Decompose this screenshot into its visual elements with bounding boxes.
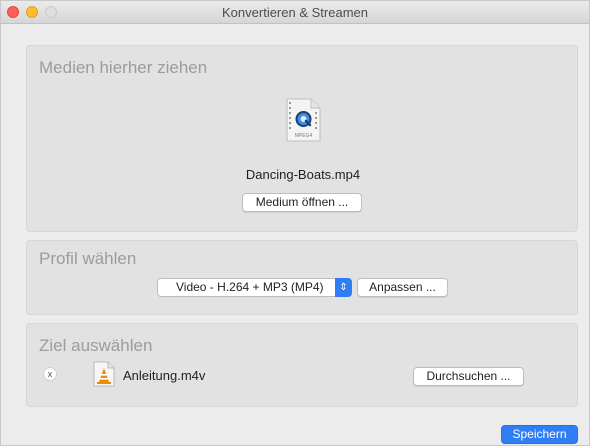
- window-title: Konvertieren & Streamen: [222, 5, 368, 20]
- open-media-button[interactable]: Medium öffnen ...: [242, 193, 362, 212]
- profile-select[interactable]: Video - H.264 + MP3 (MP4) ⇕: [157, 278, 352, 297]
- destination-heading: Ziel auswählen: [39, 336, 153, 355]
- source-file-name: Dancing-Boats.mp4: [245, 167, 361, 182]
- media-heading: Medien hierher ziehen: [39, 58, 208, 77]
- destination-file-name: Anleitung.m4v: [123, 368, 206, 383]
- profile-panel: Profil wählen Video - H.264 + MP3 (MP4) …: [26, 240, 578, 315]
- title-bar: Konvertieren & Streamen: [1, 1, 589, 24]
- file-type-badge: MPEG4: [295, 133, 313, 139]
- profile-heading: Profil wählen: [39, 249, 137, 268]
- chevron-up-down-icon: ⇕: [335, 278, 352, 297]
- quicktime-file-icon: MPEG4: [286, 98, 321, 142]
- media-drop-area[interactable]: Medien hierher ziehen MPEG4 Dancing-Boat…: [26, 45, 578, 232]
- profile-selected-value: Video - H.264 + MP3 (MP4): [176, 280, 324, 294]
- convert-stream-window: Konvertieren & Streamen Medien hierher z…: [0, 0, 590, 446]
- save-button[interactable]: Speichern: [501, 425, 578, 444]
- vlc-file-icon: [93, 361, 115, 387]
- browse-button[interactable]: Durchsuchen ...: [413, 367, 524, 386]
- customize-profile-button[interactable]: Anpassen ...: [357, 278, 448, 297]
- remove-destination-button[interactable]: x: [43, 367, 57, 381]
- destination-panel: Ziel auswählen x Anleitung.m4v Durchsuch…: [26, 323, 578, 407]
